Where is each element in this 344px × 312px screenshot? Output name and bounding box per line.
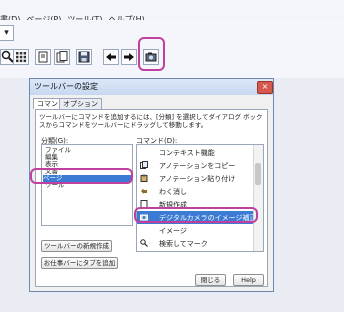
new-toolbar-button[interactable]: ツールバーの新規作成 xyxy=(41,240,112,252)
toolbar-area xyxy=(0,20,344,78)
commands-panel: ツールバーにコマンドを追加するには、[分類] を選択してダイアログ ボックスから… xyxy=(30,109,268,287)
instruction-text: ツールバーにコマンドを追加するには、[分類] を選択してダイアログ ボックスから… xyxy=(39,113,263,129)
pages-icon[interactable] xyxy=(54,49,70,65)
paste-icon xyxy=(140,174,148,182)
copy-icon xyxy=(140,161,148,169)
list-item[interactable]: 検索してマーク xyxy=(137,237,253,250)
page-icon[interactable] xyxy=(35,49,51,65)
list-item-label: 検索してマーク xyxy=(159,240,208,248)
close-button[interactable]: 閉じる xyxy=(195,274,226,286)
toolbar-settings-dialog: ツールバーの設定 × コマンド オプション ツールバーにコマンドを追加するには、… xyxy=(29,78,274,292)
list-item[interactable]: イメージ xyxy=(137,224,253,237)
highlight-toolbar-camera xyxy=(138,37,165,71)
menu-bar: 書(D) ページ(P) ツール(T) ヘルプ(H) xyxy=(0,0,344,24)
dialog-titlebar[interactable]: ツールバーの設定 × xyxy=(30,79,273,95)
undo-icon xyxy=(141,188,147,194)
dialog-title: ツールバーの設定 xyxy=(34,82,98,91)
highlight-command xyxy=(134,207,258,223)
list-item[interactable]: コンテキスト機能 xyxy=(137,146,253,159)
scrollbar-thumb[interactable] xyxy=(255,163,261,185)
add-tab-button[interactable]: お仕事バーにタブを追加 xyxy=(41,257,118,269)
list-item-label: わく消し xyxy=(159,188,187,196)
dropdown-button[interactable]: ▾ xyxy=(0,25,14,41)
close-icon[interactable]: × xyxy=(257,81,273,94)
highlight-category xyxy=(30,168,133,184)
save-icon[interactable] xyxy=(76,49,92,65)
list-item-label: イメージ xyxy=(159,227,187,235)
list-item[interactable]: わく消し xyxy=(137,185,253,198)
category-list[interactable]: ファイル 編集 表示 文書 ページ ツール xyxy=(41,144,133,226)
search-icon xyxy=(140,239,148,247)
help-button[interactable]: Help xyxy=(233,274,264,286)
list-item-label: コンテキスト機能 xyxy=(159,149,215,157)
forward-arrow-icon[interactable] xyxy=(121,49,137,65)
command-list[interactable]: コンテキスト機能 アノテーションをコピー アノテーション貼り付け わく消し 新規… xyxy=(136,144,264,252)
list-item-label: アノテーション貼り付け xyxy=(159,175,236,183)
tab-options[interactable]: オプション xyxy=(59,98,102,109)
list-item[interactable]: アノテーション貼り付け xyxy=(137,172,253,185)
back-arrow-icon[interactable] xyxy=(103,49,119,65)
scrollbar[interactable] xyxy=(253,145,263,251)
list-item[interactable]: アノテーションをコピー xyxy=(137,159,253,172)
list-item-label: アノテーションをコピー xyxy=(159,162,236,170)
grid-icon[interactable] xyxy=(13,49,29,65)
